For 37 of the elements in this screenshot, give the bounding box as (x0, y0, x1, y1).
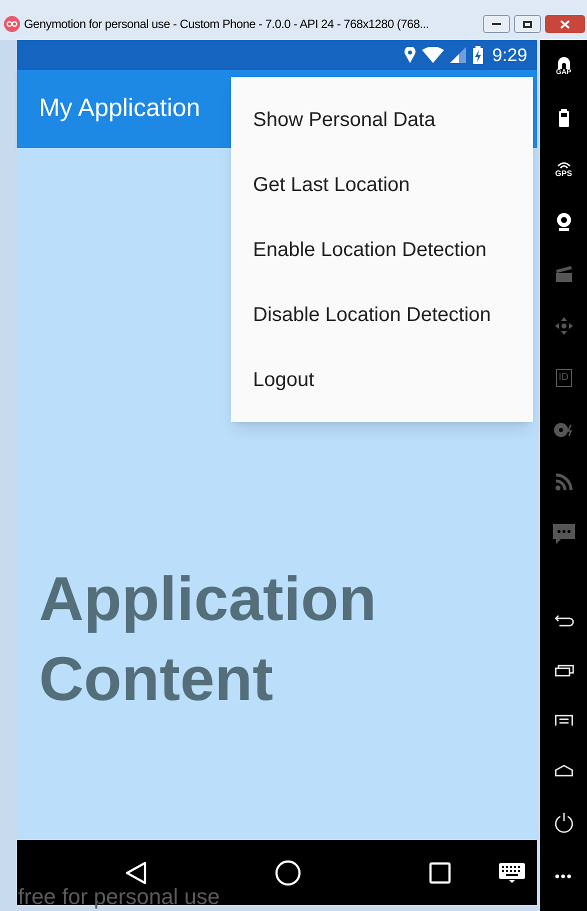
webcam-button[interactable] (556, 213, 572, 231)
menu-item[interactable]: Enable Location Detection (231, 217, 533, 282)
battery-icon (558, 109, 570, 127)
gapps-logo-icon (556, 56, 572, 68)
overview-square-icon[interactable] (429, 862, 451, 884)
signal-waves-icon (556, 162, 571, 170)
chat-icon (552, 524, 575, 544)
more-button[interactable]: ••• (554, 869, 572, 883)
location-pin-icon (404, 47, 416, 63)
app-title: My Application (39, 93, 200, 124)
minimize-button[interactable] (483, 15, 510, 33)
wifi-icon (422, 47, 444, 63)
signal-icon (450, 47, 466, 63)
clapperboard-icon (554, 266, 573, 282)
content-heading: Application Content (39, 564, 378, 716)
rss-icon (554, 473, 573, 491)
back-icon[interactable] (125, 860, 147, 884)
menu-item[interactable]: Logout (231, 347, 533, 412)
battery-charging-icon (472, 46, 484, 64)
home-circle-icon[interactable] (275, 860, 301, 886)
disc-icon (554, 423, 574, 437)
dpad-icon (554, 317, 573, 335)
app-logo-icon (4, 16, 20, 32)
window-title: Genymotion for personal use - Custom Phone - 7.0.0 - API 24 - 768x1280 (768... (24, 16, 430, 33)
menu-item[interactable]: Get Last Location (231, 152, 533, 217)
status-time: 9:29 (492, 44, 528, 66)
webcam-icon (556, 213, 572, 231)
power-icon[interactable] (552, 811, 575, 833)
maximize-button[interactable] (514, 15, 541, 33)
personal-use-label: free for personal use (18, 886, 220, 908)
battery-button[interactable] (558, 109, 570, 127)
keyboard-icon[interactable] (499, 862, 526, 882)
menu-item[interactable]: Disable Location Detection (231, 282, 533, 347)
menu-item[interactable]: Show Personal Data (231, 87, 533, 152)
close-button[interactable] (545, 15, 585, 33)
close-icon (560, 20, 570, 28)
gps-button[interactable]: GPS (555, 162, 572, 178)
